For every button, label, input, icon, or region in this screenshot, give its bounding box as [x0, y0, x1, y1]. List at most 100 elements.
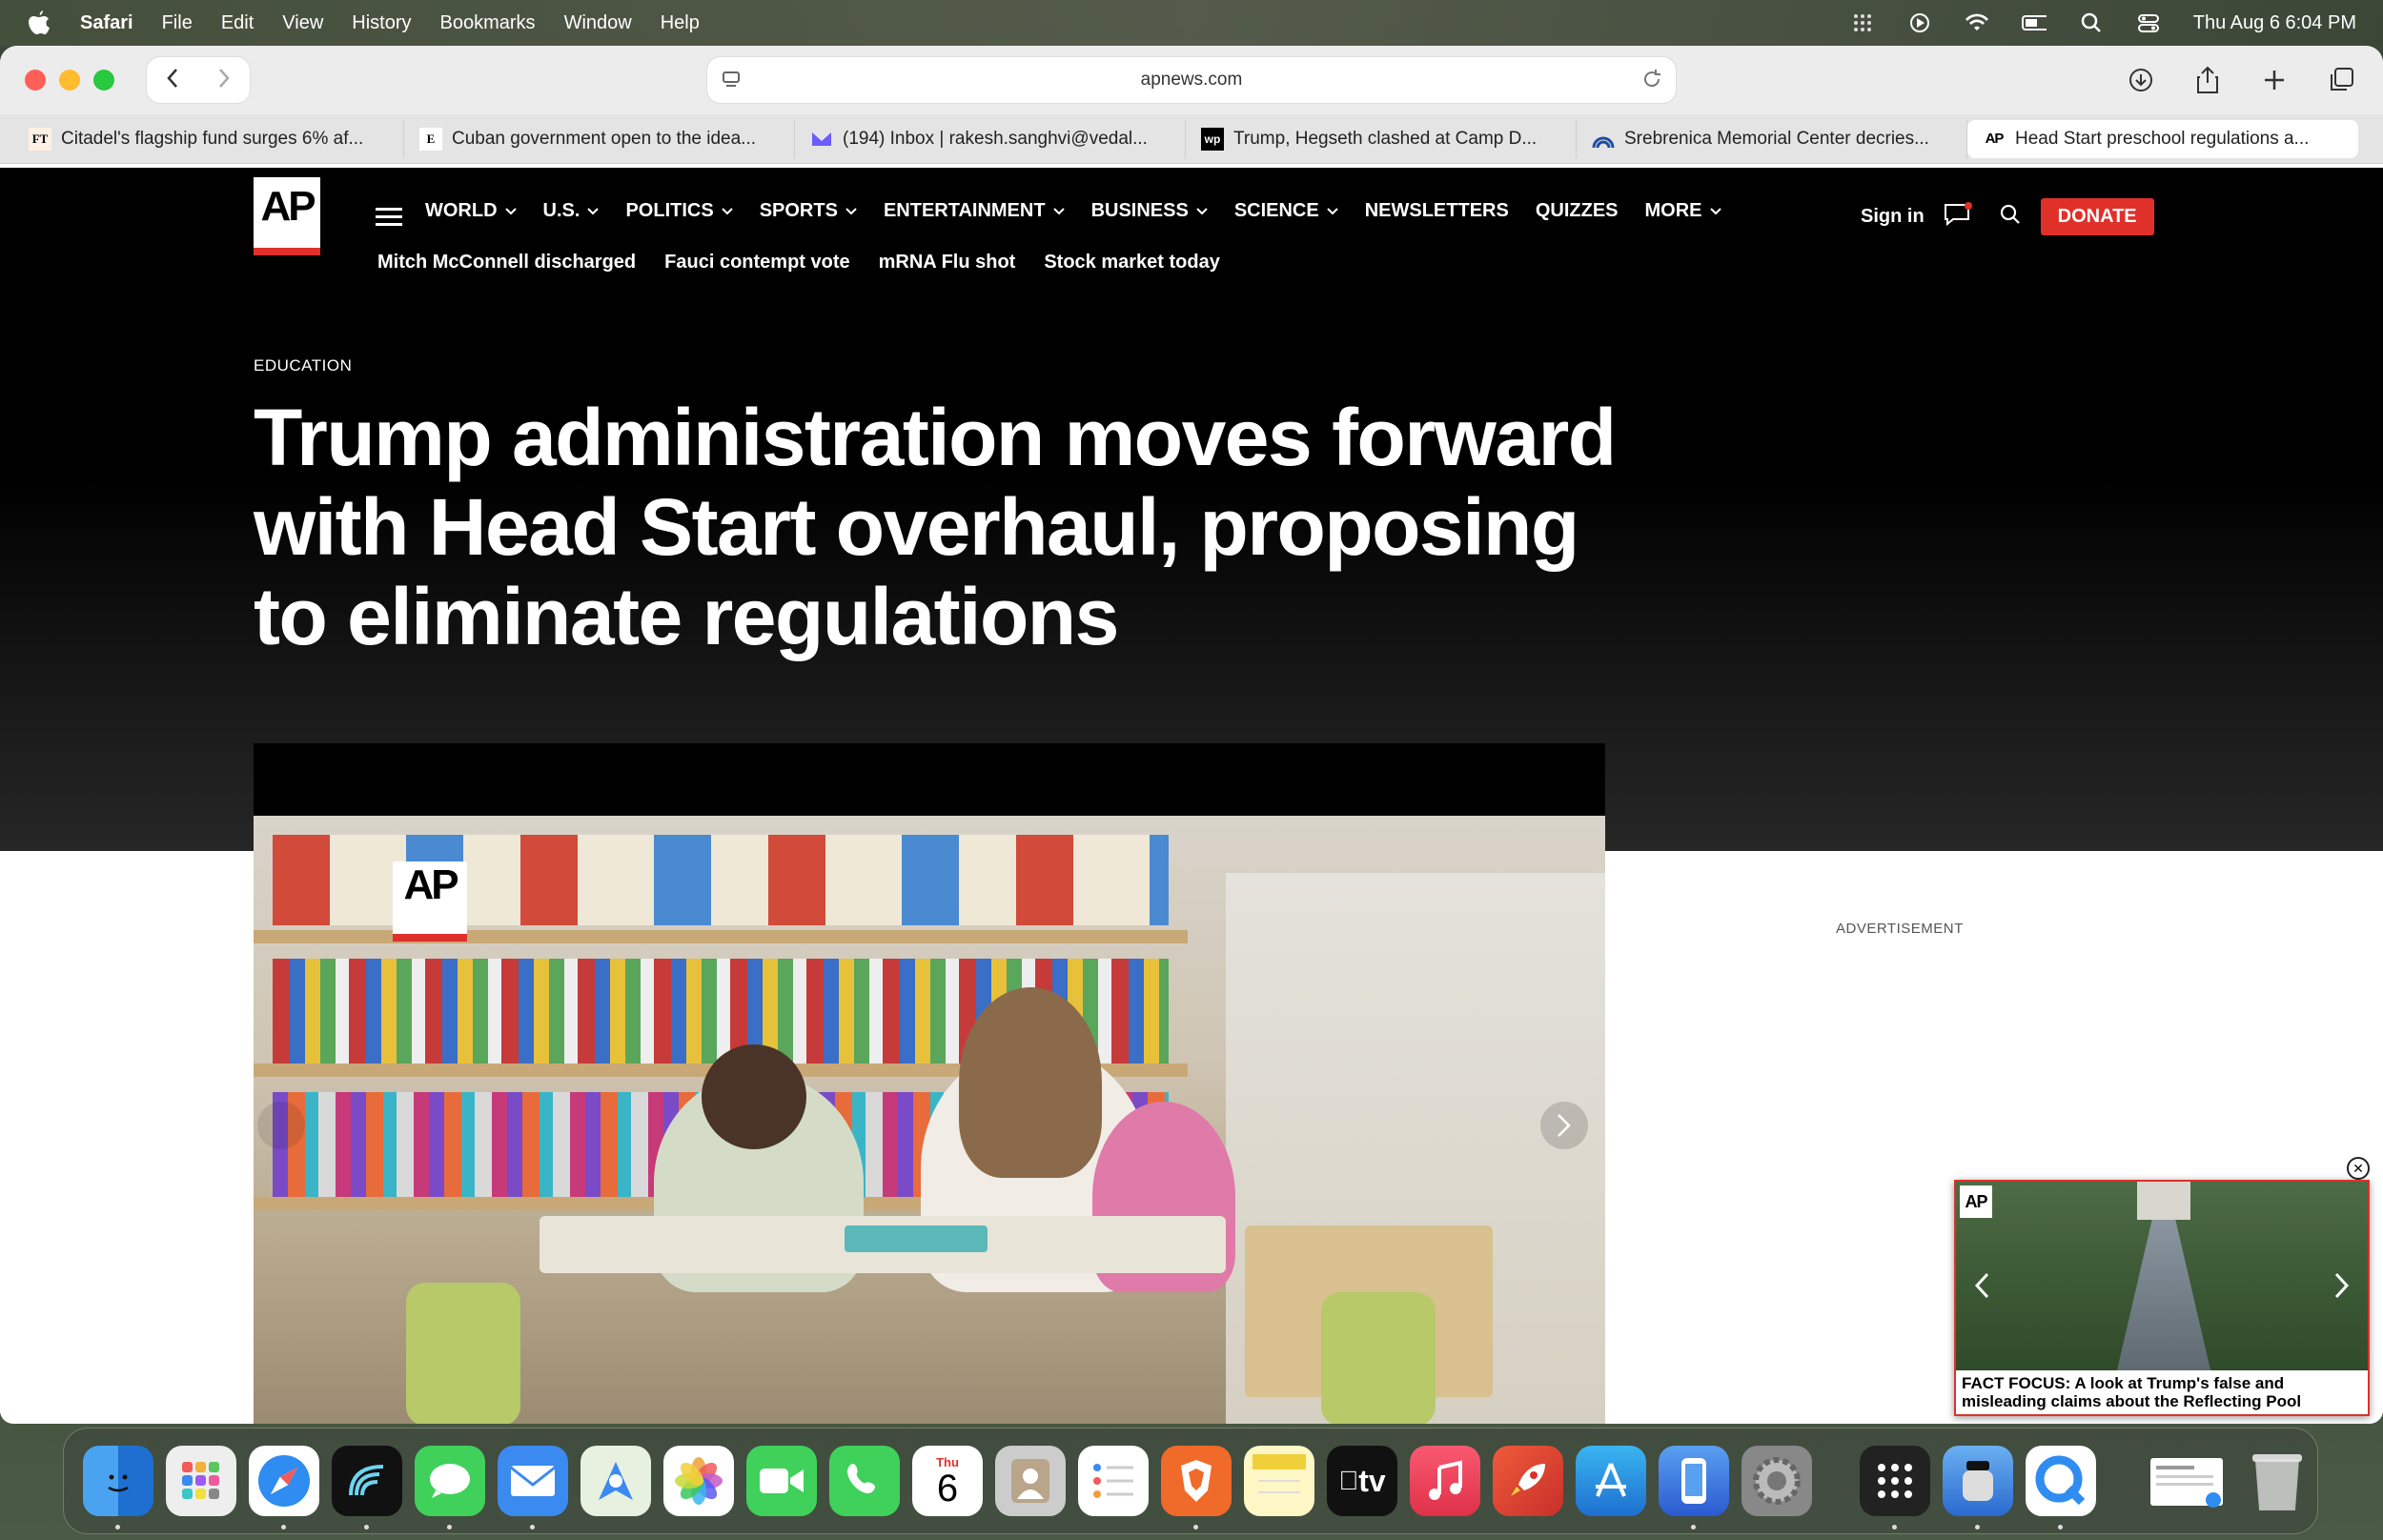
nav-world[interactable]: WORLD	[425, 200, 517, 222]
app-store-icon[interactable]	[1576, 1446, 1646, 1516]
back-button[interactable]	[165, 67, 180, 94]
nav-politics[interactable]: POLITICS	[625, 200, 733, 222]
notes-icon[interactable]	[1244, 1446, 1314, 1516]
floating-video-player[interactable]: AP FACT FOCUS: A look at Trump's false a…	[1954, 1180, 2370, 1416]
system-settings-icon[interactable]	[1741, 1446, 1812, 1516]
forward-button[interactable]	[216, 67, 232, 94]
iphone-mirroring-icon[interactable]	[1659, 1446, 1729, 1530]
tab-head-start[interactable]: AP Head Start preschool regulations a...	[1967, 119, 2358, 158]
mail-icon[interactable]	[498, 1446, 568, 1530]
rocketsim-icon[interactable]	[1493, 1446, 1563, 1516]
tab-inbox[interactable]: (194) Inbox | rakesh.sanghvi@vedal...	[795, 119, 1186, 158]
play-circle-icon[interactable]	[1907, 12, 1932, 33]
new-tab-icon[interactable]	[2255, 61, 2293, 99]
economist-favicon-icon: E	[419, 127, 442, 151]
spotlight-icon[interactable]	[2079, 12, 2104, 33]
ap-logo[interactable]: AP	[254, 177, 320, 255]
nav-science[interactable]: SCIENCE	[1234, 200, 1338, 222]
page-menu-icon[interactable]	[721, 69, 742, 95]
next-slide-button[interactable]	[1540, 1102, 1588, 1149]
perplexity-icon[interactable]	[332, 1446, 402, 1530]
facetime-icon[interactable]	[746, 1446, 817, 1516]
quicktime-icon[interactable]	[2026, 1446, 2096, 1530]
close-window-button[interactable]	[25, 70, 46, 91]
tab-trump-hegseth[interactable]: wp Trump, Hegseth clashed at Camp D...	[1186, 119, 1577, 158]
dock: Thu 6 tv	[63, 1428, 2318, 1534]
control-center-icon[interactable]	[2136, 12, 2161, 33]
tab-srebrenica[interactable]: Srebrenica Memorial Center decries...	[1577, 119, 1967, 158]
donate-button[interactable]: DONATE	[2040, 198, 2154, 235]
menu-bookmarks[interactable]: Bookmarks	[440, 12, 536, 34]
minimize-window-button[interactable]	[59, 70, 80, 91]
messages-icon[interactable]	[415, 1446, 485, 1530]
nav-newsletters[interactable]: NEWSLETTERS	[1365, 200, 1509, 222]
adult-hair	[959, 987, 1102, 1178]
comments-icon[interactable]	[1944, 201, 1972, 233]
photos-icon[interactable]	[663, 1446, 734, 1516]
pip-next-button[interactable]	[2333, 1271, 2351, 1305]
grid-icon[interactable]	[1850, 12, 1875, 33]
trending-link[interactable]: mRNA Flu shot	[879, 252, 1016, 274]
close-video-button[interactable]: ✕	[2347, 1157, 2370, 1180]
address-bar[interactable]: apnews.com	[707, 57, 1676, 103]
trending-link[interactable]: Fauci contempt vote	[664, 252, 849, 274]
article-headline: Trump administration moves forward with …	[254, 393, 1617, 661]
maps-icon[interactable]	[580, 1446, 651, 1516]
minimized-window-icon[interactable]	[2144, 1446, 2230, 1516]
phone-icon[interactable]	[829, 1446, 900, 1516]
nav-business[interactable]: BUSINESS	[1091, 200, 1208, 222]
brave-icon[interactable]	[1161, 1446, 1232, 1530]
pip-caption[interactable]: FACT FOCUS: A look at Trump's false and …	[1956, 1370, 2368, 1414]
nav-more[interactable]: MORE	[1645, 200, 1721, 222]
menu-help[interactable]: Help	[661, 12, 700, 34]
battery-icon[interactable]	[2021, 12, 2047, 33]
pip-ap-logo: AP	[1960, 1185, 1992, 1218]
nav-sports[interactable]: SPORTS	[760, 200, 857, 222]
menu-edit[interactable]: Edit	[221, 12, 254, 34]
apple-tv-icon[interactable]: tv	[1327, 1446, 1397, 1516]
chevron-left-icon	[1974, 1272, 1989, 1299]
downloads-icon[interactable]	[2122, 61, 2160, 99]
aa-favicon-icon	[1592, 128, 1615, 151]
trending-link[interactable]: Mitch McConnell discharged	[377, 252, 636, 274]
nav-quizzes[interactable]: QUIZZES	[1536, 200, 1619, 222]
music-icon[interactable]	[1410, 1446, 1480, 1516]
share-icon[interactable]	[2189, 61, 2227, 99]
menu-window[interactable]: Window	[564, 12, 632, 34]
chevron-down-icon	[587, 207, 600, 214]
menu-safari[interactable]: Safari	[80, 12, 133, 34]
hamburger-menu-icon[interactable]	[376, 208, 402, 227]
trending-link[interactable]: Stock market today	[1044, 252, 1220, 274]
calendar-icon[interactable]: Thu 6	[912, 1446, 983, 1516]
menu-view[interactable]: View	[282, 12, 323, 34]
media-top-bar	[254, 743, 1605, 816]
section-label[interactable]: EDUCATION	[254, 356, 352, 375]
sign-in-link[interactable]: Sign in	[1861, 206, 1925, 228]
pip-prev-button[interactable]	[1973, 1271, 1990, 1305]
tab-cuban[interactable]: E Cuban government open to the idea...	[404, 119, 795, 158]
tab-citadel[interactable]: FT Citadel's flagship fund surges 6% af.…	[13, 119, 404, 158]
wifi-icon[interactable]	[1965, 12, 1989, 33]
trash-icon[interactable]	[2242, 1446, 2312, 1516]
menu-file[interactable]: File	[162, 12, 193, 34]
main-nav: WORLD U.S. POLITICS SPORTS ENTERTAINMENT…	[425, 200, 1721, 222]
safari-icon[interactable]	[249, 1446, 319, 1530]
nav-entertainment[interactable]: ENTERTAINMENT	[884, 200, 1065, 222]
apple-icon[interactable]	[27, 9, 51, 37]
launchpad-icon[interactable]	[166, 1446, 236, 1516]
tab-title: Citadel's flagship fund surges 6% af...	[61, 128, 364, 149]
reload-icon[interactable]	[1641, 69, 1662, 95]
zoom-window-button[interactable]	[93, 70, 114, 91]
search-icon[interactable]	[1999, 203, 2022, 232]
apps-grid-icon[interactable]	[1860, 1446, 1930, 1530]
previous-slide-button[interactable]	[257, 1102, 305, 1149]
menu-history[interactable]: History	[352, 12, 411, 34]
finder-icon[interactable]	[83, 1446, 153, 1530]
reminders-icon[interactable]	[1078, 1446, 1149, 1516]
contacts-icon[interactable]	[995, 1446, 1066, 1516]
nav-us[interactable]: U.S.	[543, 200, 600, 222]
article-video[interactable]: AP	[254, 816, 1605, 1424]
tab-overview-icon[interactable]	[2322, 61, 2360, 99]
menubar-clock[interactable]: Thu Aug 6 6:04 PM	[2193, 12, 2356, 34]
ollama-icon[interactable]	[1943, 1446, 2013, 1530]
